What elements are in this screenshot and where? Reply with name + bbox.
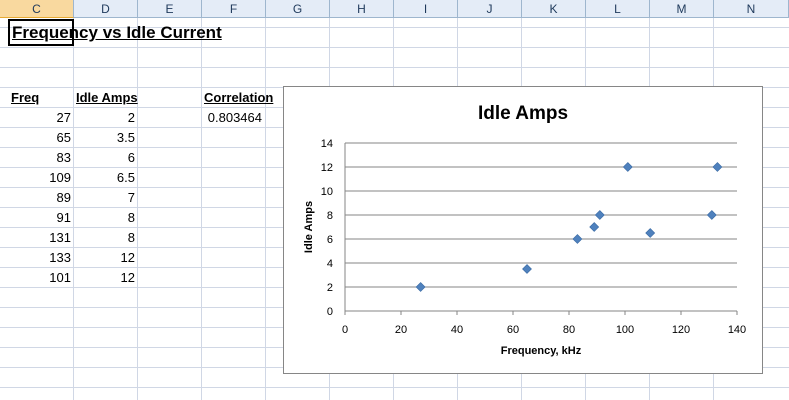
y-tick-label: 4 (327, 258, 333, 270)
freq-cell[interactable]: 91 (0, 210, 71, 225)
data-point[interactable] (645, 228, 656, 238)
column-header-n[interactable]: N (714, 0, 789, 18)
data-point[interactable] (589, 222, 600, 232)
data-point[interactable] (706, 210, 717, 220)
amps-cell[interactable]: 8 (74, 210, 135, 225)
data-point[interactable] (572, 234, 583, 244)
column-header-e[interactable]: E (138, 0, 202, 18)
correlation-value[interactable]: 0.803464 (204, 110, 262, 125)
amps-cell[interactable]: 7 (74, 190, 135, 205)
y-tick-label: 2 (327, 282, 333, 294)
sheet-title[interactable]: Frequency vs Idle Current (12, 23, 222, 43)
amps-cell[interactable]: 3.5 (74, 130, 135, 145)
column-header-c[interactable]: C (0, 0, 74, 18)
x-tick-label: 80 (563, 324, 575, 336)
gridlines (345, 142, 737, 288)
data-points (415, 162, 723, 292)
freq-cell[interactable]: 109 (0, 170, 71, 185)
freq-cell[interactable]: 83 (0, 150, 71, 165)
chart-canvas: Idle Amps 0 2 4 6 8 10 12 14 0 20 40 60 80 100 120 140… (303, 103, 746, 357)
y-tick-label: 14 (321, 138, 333, 150)
amps-cell[interactable]: 2 (74, 110, 135, 125)
data-point[interactable] (522, 264, 532, 274)
column-header-m[interactable]: M (650, 0, 714, 18)
y-tick-label: 12 (321, 162, 333, 174)
y-tick-label: 10 (321, 186, 333, 198)
column-header-i[interactable]: I (394, 0, 458, 18)
amps-cell[interactable]: 12 (74, 270, 135, 285)
x-tick-label: 60 (507, 324, 519, 336)
x-tick-label: 0 (342, 324, 348, 336)
data-point[interactable] (415, 282, 426, 292)
y-tick-label: 8 (327, 210, 333, 222)
x-tick-label: 20 (395, 324, 407, 336)
y-tick-label: 0 (327, 306, 333, 318)
y-axis-ticks: 0 2 4 6 8 10 12 14 (321, 138, 333, 318)
column-header-k[interactable]: K (522, 0, 586, 18)
x-tick-label: 40 (451, 324, 463, 336)
data-point[interactable] (712, 162, 723, 172)
amps-cell[interactable]: 6.5 (74, 170, 135, 185)
header-idle-amps[interactable]: Idle Amps (76, 90, 138, 105)
header-freq[interactable]: Freq (11, 90, 39, 105)
x-tick-label: 140 (728, 324, 746, 336)
x-tick-label: 100 (616, 324, 634, 336)
amps-cell[interactable]: 12 (74, 250, 135, 265)
column-header-g[interactable]: G (266, 0, 330, 18)
column-header-j[interactable]: J (458, 0, 522, 18)
data-point[interactable] (594, 210, 605, 220)
x-axis-label: Frequency, kHz (501, 345, 582, 357)
x-tick-label: 120 (672, 324, 690, 336)
chart-title: Idle Amps (478, 103, 568, 124)
y-axis-label: Idle Amps (303, 201, 315, 253)
freq-cell[interactable]: 101 (0, 270, 71, 285)
freq-cell[interactable]: 27 (0, 110, 71, 125)
freq-cell[interactable]: 131 (0, 230, 71, 245)
column-header-f[interactable]: F (202, 0, 266, 18)
amps-cell[interactable]: 6 (74, 150, 135, 165)
data-point[interactable] (622, 162, 633, 172)
column-header-h[interactable]: H (330, 0, 394, 18)
amps-cell[interactable]: 8 (74, 230, 135, 245)
freq-cell[interactable]: 133 (0, 250, 71, 265)
freq-cell[interactable]: 89 (0, 190, 71, 205)
column-header-l[interactable]: L (586, 0, 650, 18)
header-correlation[interactable]: Correlation (204, 90, 273, 105)
x-axis-ticks: 0 20 40 60 80 100 120 140 (342, 311, 746, 336)
y-tick-label: 6 (327, 234, 333, 246)
scatter-chart[interactable]: Idle Amps 0 2 4 6 8 10 12 14 0 20 40 60 80 100 120 140… (283, 86, 763, 374)
freq-cell[interactable]: 65 (0, 130, 71, 145)
column-header-d[interactable]: D (74, 0, 138, 18)
